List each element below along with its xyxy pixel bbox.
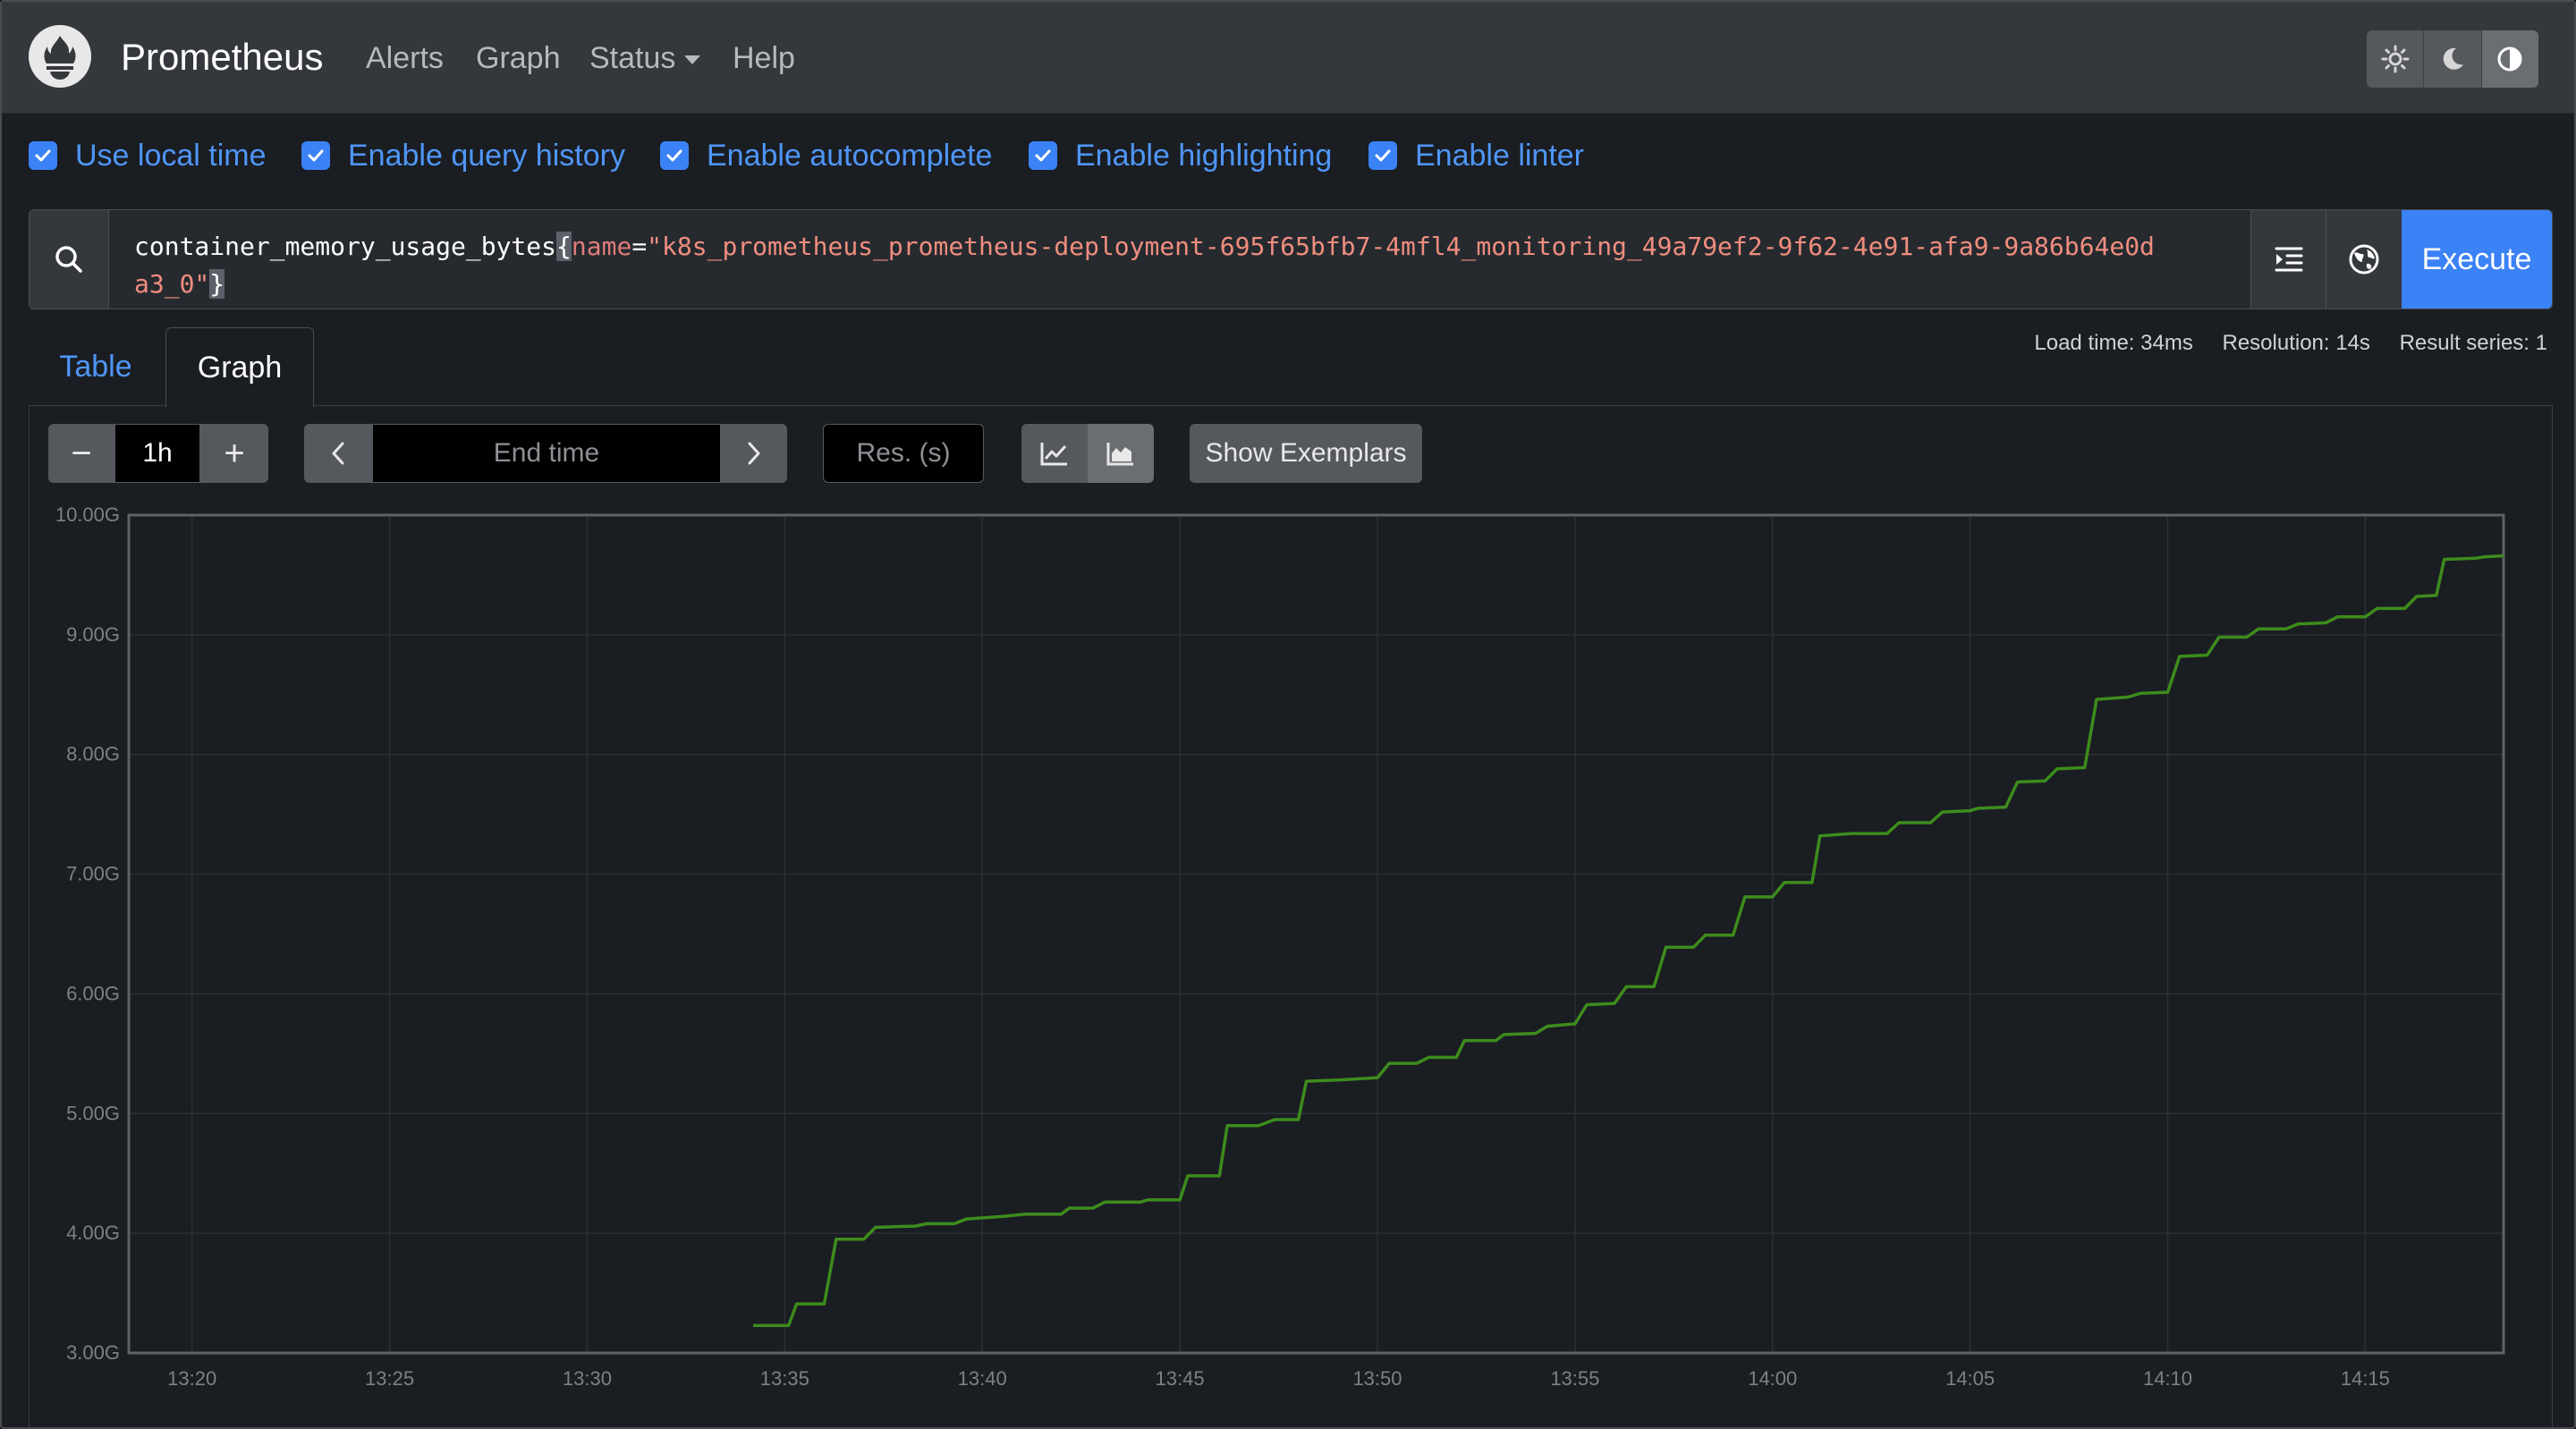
theme-light-button[interactable] <box>2367 30 2425 88</box>
end-time-forward-button[interactable] <box>721 424 787 483</box>
theme-auto-button[interactable] <box>2481 30 2538 88</box>
nav-link-alerts[interactable]: Alerts <box>366 41 444 76</box>
option-label: Enable highlighting <box>1075 138 1333 173</box>
chevron-right-icon <box>748 442 760 465</box>
x-tick-label: 13:55 <box>1550 1367 1599 1390</box>
area-chart-icon <box>1106 443 1133 466</box>
resolution: Resolution: 14s <box>2222 331 2370 355</box>
option-use-local-time[interactable]: Use local time <box>29 136 267 175</box>
query-label-name: name <box>571 232 632 261</box>
theme-dark-button[interactable] <box>2424 30 2482 88</box>
tab-table[interactable]: Table <box>29 327 163 406</box>
x-tick-label: 13:35 <box>760 1367 809 1390</box>
format-query-button[interactable] <box>2250 210 2326 309</box>
series-line[interactable] <box>753 554 2504 1327</box>
prometheus-logo-icon[interactable] <box>29 25 91 88</box>
query-close-brace: } <box>209 269 225 299</box>
query-stats: Load time: 34ms Resolution: 14s Result s… <box>2011 331 2547 356</box>
x-tick-label: 14:10 <box>2143 1367 2192 1390</box>
plot-frame <box>127 513 2505 1355</box>
search-icon <box>30 210 109 309</box>
metrics-explorer-button[interactable] <box>2326 210 2402 309</box>
checkbox-checked-icon[interactable] <box>301 141 330 170</box>
result-series: Result series: 1 <box>2399 331 2547 355</box>
execute-button[interactable]: Execute <box>2402 210 2552 309</box>
option-enable-autocomplete[interactable]: Enable autocomplete <box>660 136 992 175</box>
x-tick-label: 13:30 <box>563 1367 612 1390</box>
option-label: Enable linter <box>1415 138 1585 173</box>
sun-icon <box>2381 45 2410 73</box>
x-tick-label: 14:05 <box>1945 1367 1995 1390</box>
end-time-back-button[interactable] <box>304 424 372 483</box>
navbar: Prometheus Alerts Graph Status Help <box>2 2 2574 114</box>
y-tick-label: 10.00G <box>55 503 120 526</box>
unstacked-chart-button[interactable] <box>1021 424 1088 483</box>
globe-icon <box>2349 244 2379 275</box>
x-tick-label: 13:20 <box>167 1367 216 1390</box>
nav-link-status-label: Status <box>589 41 676 75</box>
nav-link-status[interactable]: Status <box>589 41 701 76</box>
x-tick-label: 14:15 <box>2341 1367 2390 1390</box>
x-tick-label: 13:50 <box>1352 1367 1402 1390</box>
format-indent-icon <box>2275 247 2303 272</box>
chevron-left-icon <box>332 442 344 465</box>
chevron-down-icon <box>684 55 701 65</box>
y-tick-label: 4.00G <box>66 1222 120 1244</box>
checkbox-checked-icon[interactable] <box>660 141 689 170</box>
y-tick-label: 9.00G <box>66 623 120 646</box>
nav-link-graph[interactable]: Graph <box>476 41 561 76</box>
half-circle-icon <box>2497 47 2522 72</box>
brand-title[interactable]: Prometheus <box>121 36 323 79</box>
decrease-range-button[interactable]: − <box>48 424 114 483</box>
range-input[interactable]: 1h <box>114 424 200 483</box>
x-tick-label: 13:25 <box>365 1367 414 1390</box>
y-tick-label: 8.00G <box>66 743 120 765</box>
tab-graph[interactable]: Graph <box>165 327 314 407</box>
option-label: Enable query history <box>348 138 625 173</box>
memory-usage-chart: 3.00G 4.00G 5.00G 6.00G 7.00G 8.00G 9.00G 10.00… <box>55 503 2505 1390</box>
option-enable-query-history[interactable]: Enable query history <box>301 136 625 175</box>
nav-link-help[interactable]: Help <box>733 41 795 76</box>
y-tick-label: 7.00G <box>66 863 120 885</box>
option-label: Enable autocomplete <box>707 138 993 173</box>
query-operator: = <box>631 232 648 261</box>
y-tick-label: 6.00G <box>66 982 120 1004</box>
resolution-input[interactable]: Res. (s) <box>823 424 984 483</box>
option-enable-highlighting[interactable]: Enable highlighting <box>1029 136 1332 175</box>
checkbox-checked-icon[interactable] <box>29 141 57 170</box>
app-window: Prometheus Alerts Graph Status Help Use … <box>0 0 2576 1429</box>
end-time-input[interactable]: End time <box>372 424 721 483</box>
increase-range-button[interactable]: + <box>200 424 268 483</box>
line-chart-icon <box>1040 443 1067 466</box>
x-tick-label: 14:00 <box>1748 1367 1797 1390</box>
y-tick-label: 5.00G <box>66 1102 120 1124</box>
y-tick-label: 3.00G <box>66 1341 120 1364</box>
query-input[interactable]: container_memory_usage_bytes{name="k8s_p… <box>134 228 2165 303</box>
query-bar: container_memory_usage_bytes{name="k8s_p… <box>29 209 2553 309</box>
moon-icon <box>2443 47 2463 70</box>
checkbox-checked-icon[interactable] <box>1029 141 1057 170</box>
theme-switcher <box>2367 30 2538 88</box>
stacked-chart-button[interactable] <box>1088 424 1154 483</box>
option-label: Use local time <box>75 138 267 173</box>
checkbox-checked-icon[interactable] <box>1368 141 1397 170</box>
load-time: Load time: 34ms <box>2034 331 2193 355</box>
query-metric: container_memory_usage_bytes <box>134 232 557 261</box>
x-tick-label: 13:45 <box>1156 1367 1205 1390</box>
show-exemplars-button[interactable]: Show Exemplars <box>1190 424 1422 483</box>
option-enable-linter[interactable]: Enable linter <box>1368 136 1584 175</box>
query-open-brace: { <box>556 232 572 261</box>
x-tick-label: 13:40 <box>958 1367 1007 1390</box>
